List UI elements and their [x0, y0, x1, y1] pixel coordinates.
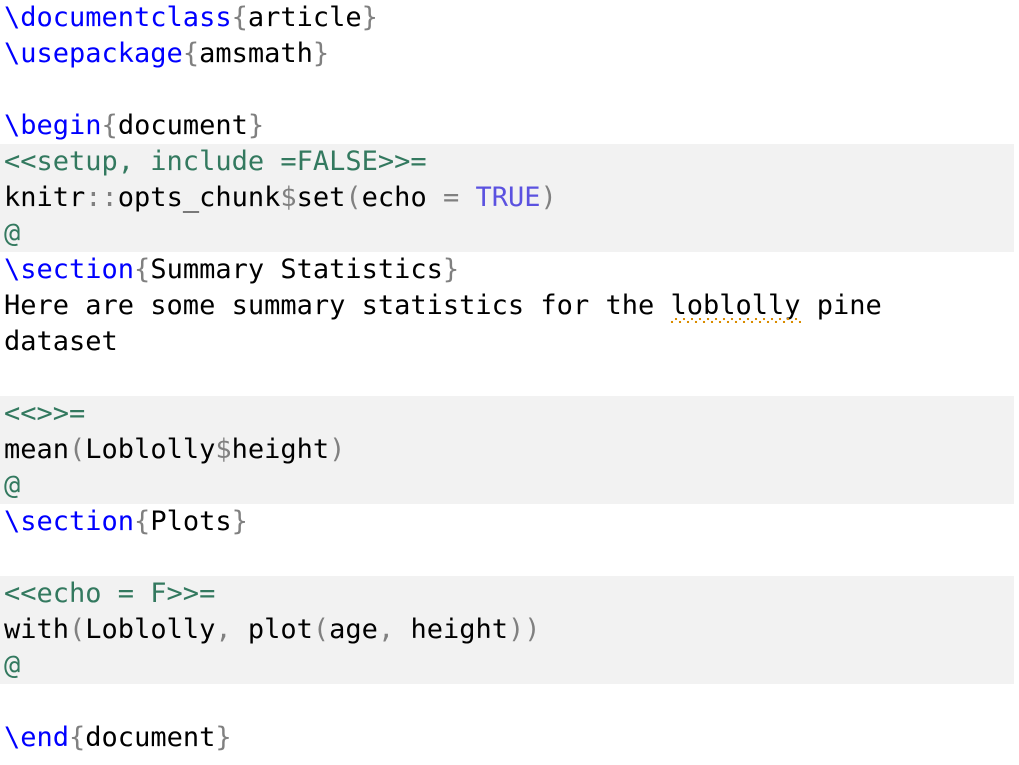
chunk-delimiter-token: <<>>= — [4, 398, 86, 429]
latex-command-token: \documentclass — [4, 2, 232, 33]
plain-token: article — [247, 2, 362, 33]
brace-token: { — [231, 2, 248, 33]
punctuation-token: ( — [69, 614, 86, 645]
punctuation-token: ( — [69, 434, 86, 465]
plain-token: amsmath — [199, 38, 313, 69]
code-text-area[interactable]: \documentclass{article} \usepackage{amsma… — [0, 0, 1019, 756]
boolean-token: TRUE — [475, 182, 541, 213]
plain-token: mean — [4, 434, 70, 465]
plain-token: plot — [231, 614, 313, 645]
brace-token: } — [361, 2, 378, 33]
plain-token: dataset — [4, 326, 118, 357]
code-chunk-line[interactable]: knitr::opts_chunk$set(echo = TRUE) — [0, 180, 1014, 216]
chunk-delimiter-token: <<echo = F>>= — [4, 578, 216, 609]
plain-token: height — [231, 434, 330, 465]
punctuation-token: ( — [345, 182, 362, 213]
brace-token: } — [231, 506, 248, 537]
plain-token: document — [117, 110, 248, 141]
source-line[interactable] — [0, 72, 1019, 108]
dollar-token: $ — [280, 182, 297, 213]
latex-command-token: \section — [4, 506, 135, 537]
plain-token: opts_chunk — [117, 182, 281, 213]
code-chunk-line[interactable]: @ — [0, 468, 1014, 504]
plain-token: pine — [800, 290, 882, 321]
plain-token: Plots — [150, 506, 232, 537]
source-line[interactable] — [0, 540, 1019, 576]
punctuation-token: , — [215, 614, 232, 645]
plain-token: Here are some summary statistics for the — [4, 290, 671, 321]
plain-token: document — [85, 722, 216, 753]
source-line[interactable] — [0, 360, 1019, 396]
punctuation-token: )) — [508, 614, 541, 645]
chunk-delimiter-token: @ — [4, 470, 21, 501]
code-chunk-line[interactable]: @ — [0, 648, 1014, 684]
punctuation-token: ) — [540, 182, 557, 213]
code-chunk-line[interactable]: mean(Loblolly$height) — [0, 432, 1014, 468]
chunk-delimiter-token: <<setup, include =FALSE>>= — [4, 146, 427, 177]
brace-token: } — [312, 38, 330, 69]
source-editor[interactable]: \documentclass{article} \usepackage{amsma… — [0, 0, 1019, 765]
punctuation-token: ) — [329, 434, 346, 465]
punctuation-token: = — [442, 182, 460, 213]
punctuation-token: ( — [312, 614, 330, 645]
plain-token: set — [296, 182, 346, 213]
misspelled-word: loblolly — [670, 288, 801, 324]
code-chunk-line[interactable]: <<setup, include =FALSE>>= — [0, 144, 1014, 180]
punctuation-token: :: — [85, 182, 118, 213]
chunk-delimiter-token: @ — [4, 650, 21, 681]
plain-token: Loblolly — [85, 434, 216, 465]
plain-token: Summary Statistics — [150, 254, 443, 285]
punctuation-token: , — [377, 614, 395, 645]
latex-command-token: \usepackage — [4, 38, 183, 69]
code-chunk-line[interactable]: <<echo = F>>= — [0, 576, 1014, 612]
source-line[interactable]: \section{Summary Statistics} — [0, 252, 1019, 288]
code-chunk-line[interactable]: with(Loblolly, plot(age, height)) — [0, 612, 1014, 648]
code-chunk-line[interactable]: <<>>= — [0, 396, 1014, 432]
brace-token: } — [215, 722, 232, 753]
brace-token: { — [69, 722, 86, 753]
plain-token: age — [329, 614, 378, 645]
chunk-delimiter-token: @ — [4, 218, 21, 249]
brace-token: { — [182, 38, 200, 69]
brace-token: } — [247, 110, 265, 141]
source-line[interactable]: dataset — [0, 324, 1019, 360]
source-line[interactable]: Here are some summary statistics for the… — [0, 288, 1019, 324]
source-line[interactable]: \section{Plots} — [0, 504, 1019, 540]
brace-token: } — [442, 254, 460, 285]
plain-token: echo — [361, 182, 443, 213]
source-line[interactable]: \documentclass{article} — [0, 0, 1019, 36]
source-line[interactable] — [0, 684, 1019, 720]
latex-command-token: \section — [4, 254, 135, 285]
code-chunk-line[interactable]: @ — [0, 216, 1014, 252]
source-line[interactable]: \end{document} — [0, 720, 1019, 756]
brace-token: { — [134, 254, 151, 285]
latex-command-token: \begin — [4, 110, 102, 141]
source-line[interactable]: \usepackage{amsmath} — [0, 36, 1019, 72]
latex-command-token: \end — [4, 722, 70, 753]
plain-token: knitr — [4, 182, 86, 213]
source-line[interactable]: \begin{document} — [0, 108, 1019, 144]
brace-token: { — [134, 506, 151, 537]
brace-token: { — [101, 110, 118, 141]
dollar-token: $ — [215, 434, 232, 465]
plain-token: Loblolly — [85, 614, 216, 645]
plain-token: with — [4, 614, 70, 645]
plain-token: height — [394, 614, 508, 645]
